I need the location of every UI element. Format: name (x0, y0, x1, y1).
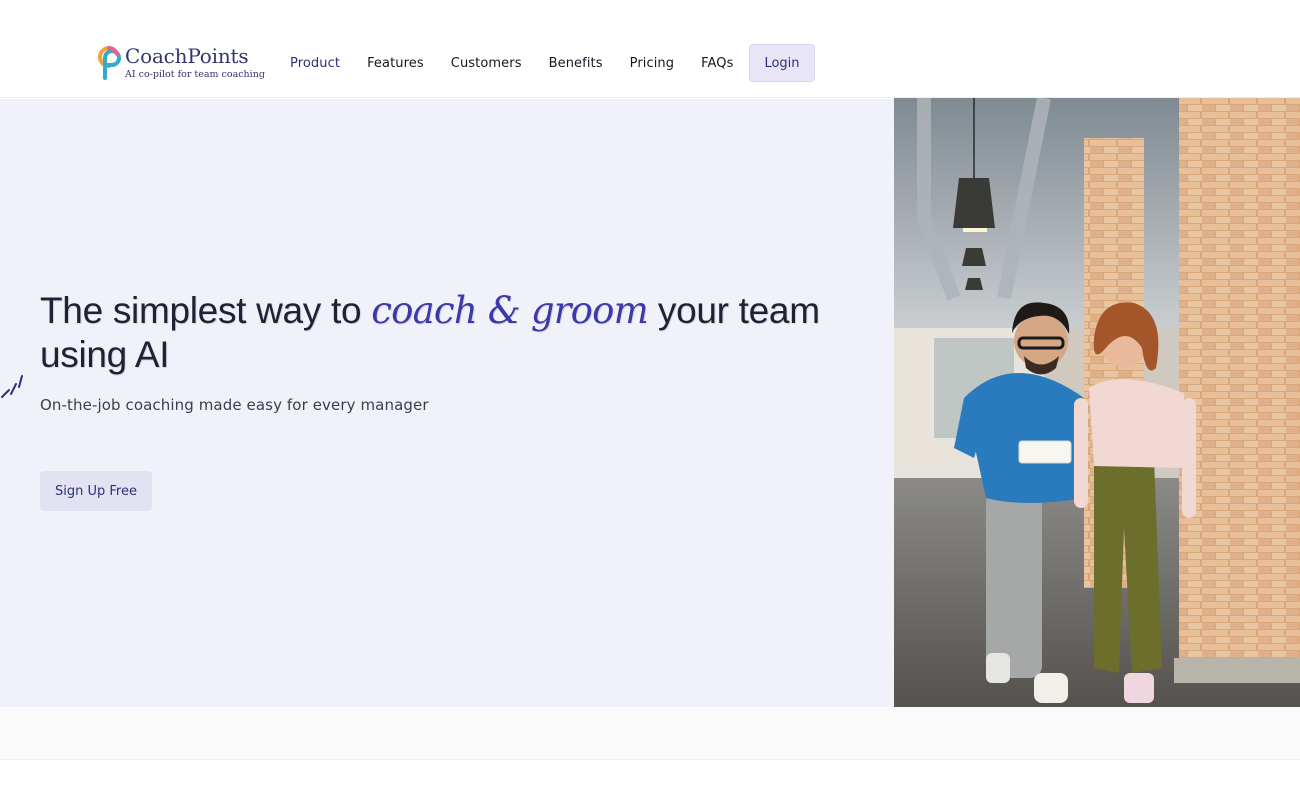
headline-accent: coach & groom (371, 289, 648, 332)
nav-benefits[interactable]: Benefits (549, 56, 603, 71)
brand-name: CoachPoints (125, 44, 249, 68)
brand-tagline: AI co-pilot for team coaching (125, 69, 265, 80)
nav-customers[interactable]: Customers (451, 56, 522, 71)
nav-pricing[interactable]: Pricing (630, 56, 675, 71)
sparkle-icon (1, 375, 23, 398)
signup-button[interactable]: Sign Up Free (40, 471, 152, 511)
main-nav: Product Features Customers Benefits Pric… (290, 44, 761, 82)
nav-faqs[interactable]: FAQs (701, 56, 733, 71)
hero-headline: The simplest way to coach & groom your t… (40, 289, 820, 377)
headline-prefix: The simplest way to (40, 290, 372, 331)
site-header: CoachPoints AI co-pilot for team coachin… (0, 0, 1300, 98)
hero-section: The simplest way to coach & groom your t… (0, 99, 894, 707)
hero-subtitle: On-the-job coaching made easy for every … (40, 396, 429, 414)
office-photo (894, 98, 1300, 707)
next-section-band (0, 707, 1300, 760)
coachpoints-logo-icon (98, 46, 121, 80)
nav-product[interactable]: Product (290, 56, 340, 71)
nav-features[interactable]: Features (367, 56, 424, 71)
hero-photo (894, 98, 1300, 707)
login-button[interactable]: Login (749, 44, 815, 82)
brand-logo[interactable]: CoachPoints AI co-pilot for team coachin… (95, 44, 265, 84)
